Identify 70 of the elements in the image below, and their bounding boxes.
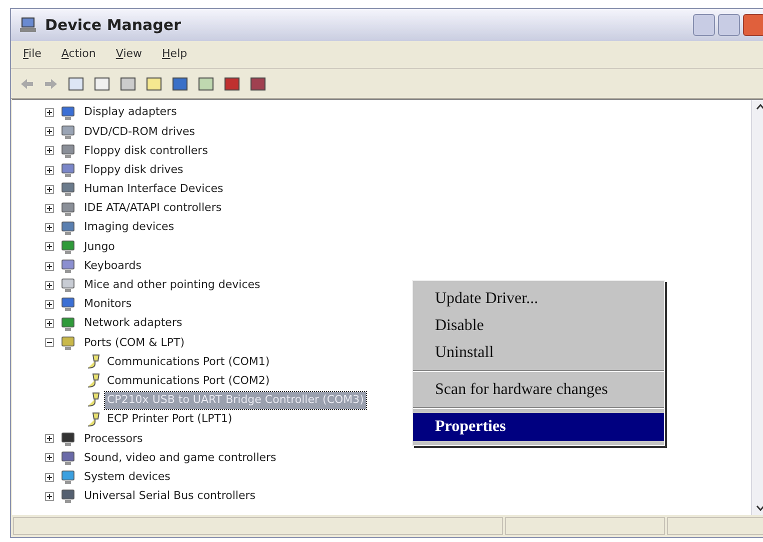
device-icon	[60, 296, 76, 312]
tree-item[interactable]: Mice and other pointing devices	[82, 277, 262, 294]
context-menu-item[interactable]: Scan for hardware changes	[413, 376, 664, 403]
tree-item[interactable]: ECP Printer Port (LPT1)	[105, 411, 234, 428]
expand-icon[interactable]	[45, 127, 54, 136]
device-icon	[60, 220, 76, 236]
tree-item[interactable]: Monitors	[82, 296, 134, 313]
device-icon	[60, 162, 76, 178]
expand-icon[interactable]	[45, 184, 54, 194]
device-icon	[60, 181, 76, 198]
tree-item[interactable]: DVD/CD-ROM drives	[82, 124, 197, 140]
context-menu-item[interactable]: Update Driver...	[413, 285, 664, 312]
device-icon	[60, 277, 76, 294]
device-icon	[60, 334, 76, 351]
tree-item[interactable]: Human Interface Devices	[82, 181, 226, 198]
tree-item[interactable]: Ports (COM & LPT)	[82, 334, 186, 352]
tree-item[interactable]: System devices	[82, 468, 172, 486]
menu-item[interactable]: File	[23, 46, 42, 63]
tree-item[interactable]: Display adapters	[82, 104, 179, 121]
device-icon	[60, 104, 76, 121]
expand-icon[interactable]	[45, 108, 54, 118]
tree-item[interactable]: Floppy disk drives	[82, 162, 186, 178]
device-icon	[60, 238, 76, 255]
port-connector-icon	[85, 373, 101, 390]
tree-item[interactable]: Universal Serial Bus controllers	[82, 488, 258, 505]
tree-item[interactable]: Floppy disk controllers	[82, 142, 210, 160]
device-icon	[60, 124, 76, 140]
expand-icon[interactable]	[45, 262, 54, 271]
tree-item[interactable]: IDE ATA/ATAPI controllers	[82, 200, 224, 217]
device-icon	[60, 258, 76, 274]
port-connector-icon	[85, 412, 101, 428]
device-icon	[60, 488, 76, 504]
tree-item[interactable]: Imaging devices	[82, 219, 176, 236]
tree-item[interactable]: Communications Port (COM1)	[105, 354, 272, 370]
tree-item[interactable]: Jungo	[82, 238, 117, 256]
expand-icon[interactable]	[45, 204, 54, 214]
tree-item[interactable]: Sound, video and game controllers	[82, 450, 278, 466]
device-icon	[60, 450, 76, 466]
tree-item[interactable]: Keyboards	[82, 258, 144, 274]
port-connector-icon	[85, 392, 101, 408]
port-connector-icon	[85, 354, 101, 370]
tree-item[interactable]: Processors	[82, 430, 145, 448]
context-menu-item[interactable]: Uninstall	[413, 339, 664, 366]
expand-icon[interactable]	[45, 453, 54, 462]
device-icon	[60, 200, 76, 217]
expand-icon[interactable]	[45, 166, 54, 175]
expand-icon[interactable]	[45, 472, 54, 482]
context-menu-item[interactable]: Disable	[413, 312, 664, 339]
device-icon	[60, 430, 76, 447]
expand-icon[interactable]	[45, 319, 54, 328]
expand-icon[interactable]	[45, 223, 54, 232]
expand-icon[interactable]	[45, 280, 54, 290]
menu-item[interactable]: Action	[61, 46, 96, 63]
expand-icon[interactable]	[45, 242, 54, 252]
computer-icon	[19, 16, 37, 34]
tree-item[interactable]: Communications Port (COM2)	[105, 372, 272, 390]
scrollbar[interactable]	[751, 100, 763, 515]
expand-icon[interactable]	[45, 434, 54, 444]
collapse-icon[interactable]	[45, 338, 54, 348]
device-icon	[60, 142, 76, 159]
device-icon	[60, 316, 76, 332]
device-icon	[60, 469, 76, 486]
window-title: Device Manager	[45, 14, 181, 36]
menu-item[interactable]: Help	[162, 46, 188, 63]
expand-icon[interactable]	[45, 492, 54, 501]
expand-icon[interactable]	[45, 300, 54, 309]
menu-item[interactable]: View	[116, 46, 142, 63]
expand-icon[interactable]	[45, 146, 54, 156]
tree-item[interactable]: Network adapters	[82, 315, 184, 332]
context-menu-item[interactable]: Properties	[413, 413, 664, 441]
